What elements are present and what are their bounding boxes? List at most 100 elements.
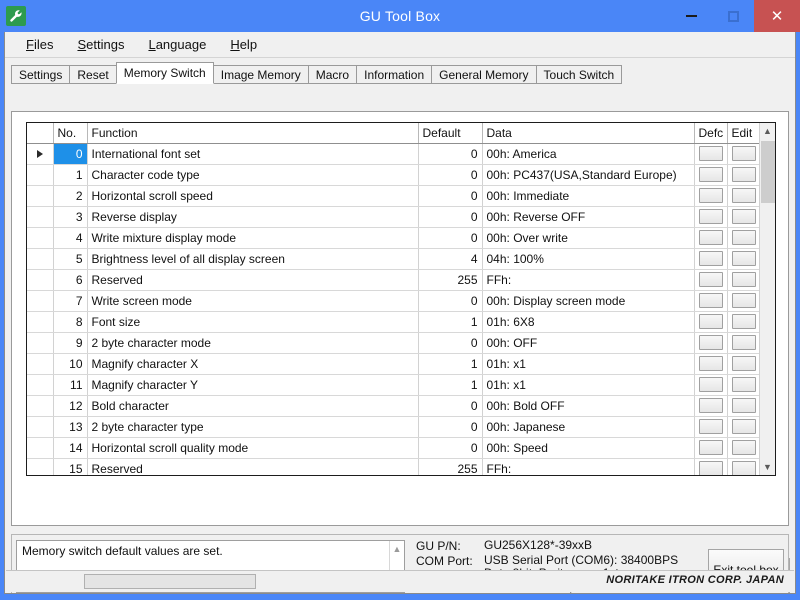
cell-data[interactable]: FFh: [482,458,694,476]
cell-data[interactable]: 00h: OFF [482,332,694,353]
cell-data[interactable]: 00h: Bold OFF [482,395,694,416]
cell-function[interactable]: Reserved [87,458,418,476]
status-scroll-up-icon[interactable]: ▲ [390,541,404,556]
cell-function[interactable]: Character code type [87,164,418,185]
cell-data[interactable]: 00h: Speed [482,437,694,458]
cell-edit[interactable] [727,164,760,185]
edit-cell-button[interactable] [732,356,756,371]
cell-no[interactable]: 1 [53,164,87,185]
cell-no[interactable]: 11 [53,374,87,395]
cell-default[interactable]: 4 [418,248,482,269]
defc-cell-button[interactable] [699,209,723,224]
cell-no[interactable]: 9 [53,332,87,353]
cell-defc[interactable] [694,185,727,206]
close-button[interactable]: ✕ [754,0,800,32]
cell-no[interactable]: 7 [53,290,87,311]
menu-item-help[interactable]: Help [219,34,268,55]
table-row[interactable]: 2Horizontal scroll speed000h: Immediate [27,185,760,206]
cell-default[interactable]: 0 [418,332,482,353]
cell-function[interactable]: Horizontal scroll quality mode [87,437,418,458]
cell-defc[interactable] [694,248,727,269]
row-selector-cell[interactable] [27,437,53,458]
table-row[interactable]: 15Reserved255FFh: [27,458,760,476]
cell-default[interactable]: 0 [418,143,482,164]
row-selector-cell[interactable] [27,395,53,416]
row-selector-cell[interactable] [27,269,53,290]
cell-no[interactable]: 10 [53,353,87,374]
cell-no[interactable]: 8 [53,311,87,332]
table-row[interactable]: 4Write mixture display mode000h: Over wr… [27,227,760,248]
row-selector-cell[interactable] [27,353,53,374]
edit-cell-button[interactable] [732,272,756,287]
maximize-button[interactable] [712,0,754,32]
row-selector-cell[interactable] [27,374,53,395]
cell-edit[interactable] [727,437,760,458]
menu-item-settings[interactable]: Settings [66,34,135,55]
cell-defc[interactable] [694,353,727,374]
menu-item-files[interactable]: Files [15,34,64,55]
cell-defc[interactable] [694,437,727,458]
edit-cell-button[interactable] [732,146,756,161]
tab-information[interactable]: Information [356,65,432,84]
cell-default[interactable]: 255 [418,458,482,476]
minimize-button[interactable] [670,0,712,32]
table-row[interactable]: 92 byte character mode000h: OFF [27,332,760,353]
cell-no[interactable]: 15 [53,458,87,476]
cell-edit[interactable] [727,206,760,227]
edit-cell-button[interactable] [732,251,756,266]
scroll-down-icon[interactable]: ▼ [760,459,775,475]
cell-function[interactable]: Magnify character X [87,353,418,374]
tab-macro[interactable]: Macro [308,65,357,84]
cell-function[interactable]: International font set [87,143,418,164]
grid-scrollbar[interactable]: ▲ ▼ [759,123,775,475]
cell-edit[interactable] [727,269,760,290]
edit-cell-button[interactable] [732,167,756,182]
cell-function[interactable]: Bold character [87,395,418,416]
cell-no[interactable]: 12 [53,395,87,416]
column-header-function[interactable]: Function [87,123,418,143]
row-selector-cell[interactable] [27,227,53,248]
cell-defc[interactable] [694,416,727,437]
memory-switch-grid[interactable]: No. Function Default Data Defc Edit 0Int… [26,122,776,476]
edit-cell-button[interactable] [732,419,756,434]
cell-defc[interactable] [694,374,727,395]
cell-function[interactable]: Write mixture display mode [87,227,418,248]
defc-cell-button[interactable] [699,419,723,434]
cell-function[interactable]: 2 byte character type [87,416,418,437]
defc-cell-button[interactable] [699,188,723,203]
grid-scrollbar-thumb[interactable] [761,141,775,203]
table-row[interactable]: 6Reserved255FFh: [27,269,760,290]
row-selector-cell[interactable] [27,164,53,185]
cell-edit[interactable] [727,458,760,476]
cell-defc[interactable] [694,206,727,227]
tab-memory-switch[interactable]: Memory Switch [116,62,214,84]
tab-general-memory[interactable]: General Memory [431,65,536,84]
edit-cell-button[interactable] [732,314,756,329]
column-header-default[interactable]: Default [418,123,482,143]
cell-edit[interactable] [727,227,760,248]
cell-edit[interactable] [727,311,760,332]
cell-data[interactable]: 01h: x1 [482,374,694,395]
table-row[interactable]: 7Write screen mode000h: Display screen m… [27,290,760,311]
cell-default[interactable]: 0 [418,416,482,437]
cell-edit[interactable] [727,374,760,395]
defc-cell-button[interactable] [699,335,723,350]
row-selector-cell[interactable] [27,290,53,311]
row-selector-cell[interactable] [27,185,53,206]
cell-no[interactable]: 6 [53,269,87,290]
cell-defc[interactable] [694,395,727,416]
cell-data[interactable]: 01h: 6X8 [482,311,694,332]
cell-data[interactable]: 00h: Reverse OFF [482,206,694,227]
cell-defc[interactable] [694,143,727,164]
cell-default[interactable]: 0 [418,227,482,248]
cell-no[interactable]: 5 [53,248,87,269]
cell-edit[interactable] [727,332,760,353]
cell-no[interactable]: 3 [53,206,87,227]
cell-function[interactable]: Brightness level of all display screen [87,248,418,269]
cell-function[interactable]: Font size [87,311,418,332]
cell-defc[interactable] [694,269,727,290]
cell-default[interactable]: 0 [418,290,482,311]
cell-default[interactable]: 0 [418,164,482,185]
defc-cell-button[interactable] [699,230,723,245]
table-row[interactable]: 132 byte character type000h: Japanese [27,416,760,437]
